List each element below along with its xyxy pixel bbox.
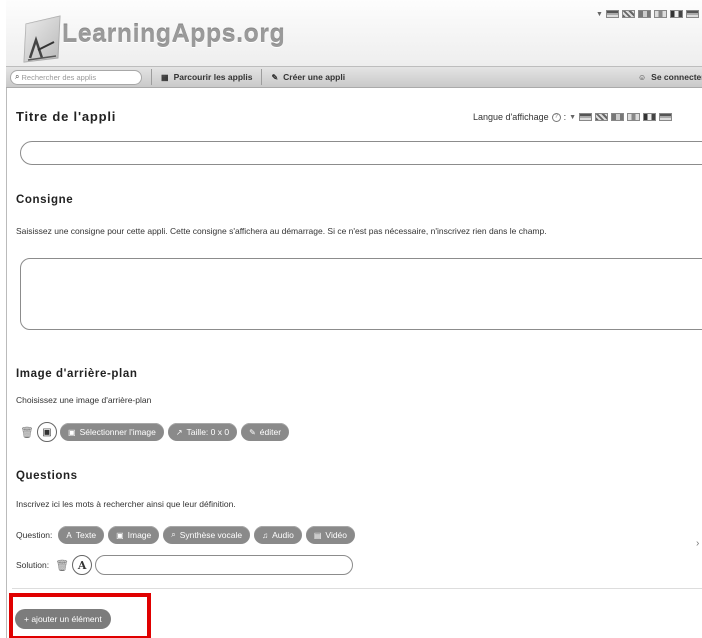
app-title-input[interactable] [20,141,702,165]
site-header: LearningApps.org ▼ [6,0,702,66]
image-icon: ▣ [42,426,52,438]
background-image-help: Choisissez une image d'arrière-plan [16,395,152,405]
app-title-heading: Titre de l'appli [16,109,117,124]
flag-icon[interactable] [653,10,667,18]
flag-icon[interactable] [669,10,683,18]
nav-divider [261,69,263,85]
flag-icon[interactable] [611,113,625,121]
trash-icon[interactable]: 🗑 [20,426,34,439]
question-type-image-label: Image [127,530,152,540]
nav-create-label: Créer une appli [283,72,346,82]
highlight-box [9,593,151,638]
select-image-label: Sélectionner l'image [79,427,156,437]
pencil-icon: ✎ [271,72,279,82]
image-icon: ▣ [68,427,76,437]
question-type-text-label: Texte [75,530,97,540]
flag-icon[interactable] [659,113,673,121]
flag-icon[interactable] [627,113,641,121]
question-type-text-button[interactable]: A Texte [58,526,105,544]
speech-icon: ⌕ [171,530,176,539]
nav-login[interactable]: ☺ Se connecter [638,72,702,82]
user-icon: ☺ [638,72,647,82]
app-editor-form: Titre de l'appli Langue d'affichage ? : … [6,88,702,638]
nav-create-app[interactable]: ✎ Créer une appli [271,72,345,82]
question-type-audio-button[interactable]: ♫ Audio [254,526,302,544]
film-icon: ▤ [313,530,322,540]
consigne-textarea[interactable] [20,258,702,330]
flag-icon[interactable] [595,113,609,121]
search-placeholder: Rechercher des applis [21,72,97,82]
flag-icon[interactable] [643,113,657,121]
search-input[interactable]: ⌕ Rechercher des applis [10,69,142,85]
flag-icon[interactable] [621,10,635,18]
trash-icon[interactable]: 🗑 [55,559,69,572]
flag-icon[interactable] [685,10,699,18]
text-mode-button[interactable]: A [72,555,93,575]
question-type-speech-label: Synthèse vocale [179,530,243,540]
flag-icon[interactable] [605,10,619,18]
image-icon: ▣ [116,530,124,540]
image-preview-button[interactable]: ▣ [37,422,57,442]
site-logo-text[interactable]: LearningApps.org [62,20,285,49]
display-language: Langue d'affichage ? : ▼ [473,112,673,122]
question-type-image-button[interactable]: ▣ Image [108,526,160,544]
question-type-video-label: Vidéo [325,530,348,540]
flag-icon[interactable] [637,10,651,18]
language-flags-top: ▼ [596,10,699,18]
questions-heading: Questions [16,470,78,482]
nav-bar: ⌕ Rechercher des applis ▦ Parcourir les … [6,66,702,88]
image-size-button[interactable]: ↗ Taille: 0 x 0 [167,423,238,441]
question-label: Question: [16,530,53,540]
nav-browse-apps[interactable]: ▦ Parcourir les applis [161,72,252,82]
question-type-audio-label: Audio [272,530,294,540]
consigne-heading: Consigne [16,194,74,206]
music-icon: ♫ [262,530,269,540]
search-icon: ⌕ [15,72,20,81]
text-icon: A [77,558,87,572]
flag-icon[interactable] [579,113,593,121]
nav-browse-label: Parcourir les applis [173,72,253,82]
solution-input[interactable] [95,555,354,575]
chevron-right-icon[interactable]: › [696,538,699,549]
question-type-video-button[interactable]: ▤ Vidéo [305,526,356,544]
divider [12,588,702,589]
edit-icon: ✎ [249,427,256,437]
caret-down-icon[interactable]: ▼ [569,114,576,121]
caret-down-icon[interactable]: ▼ [596,11,603,18]
select-image-button[interactable]: ▣ Sélectionner l'image [60,423,164,441]
text-icon: A [66,530,72,540]
background-image-controls: 🗑 ▣ ▣ Sélectionner l'image ↗ Taille: 0 x 0… [20,422,293,442]
display-language-label: Langue d'affichage [473,112,549,122]
edit-image-label: éditer [259,427,282,437]
image-size-label: Taille: 0 x 0 [186,427,230,437]
grid-icon: ▦ [161,72,169,82]
questions-help: Inscrivez ici les mots à rechercher ains… [16,499,236,509]
nav-divider [151,69,152,85]
edit-image-button[interactable]: ✎ éditer [241,423,290,441]
consigne-help-text: Saisissez une consigne pour cette appli.… [16,226,547,236]
solution-row: Solution: 🗑 A [16,555,354,575]
help-icon[interactable]: ? [551,112,561,122]
background-image-heading: Image d'arrière-plan [16,368,138,380]
solution-label: Solution: [16,560,50,570]
resize-icon: ↗ [175,427,183,437]
logo-icon [23,15,61,63]
nav-login-label: Se connecter [651,72,702,82]
question-row: Question: A Texte ▣ Image ⌕ Synthèse vocale… [16,526,359,544]
question-type-speech-button[interactable]: ⌕ Synthèse vocale [163,526,251,544]
language-colon: : [563,112,567,122]
